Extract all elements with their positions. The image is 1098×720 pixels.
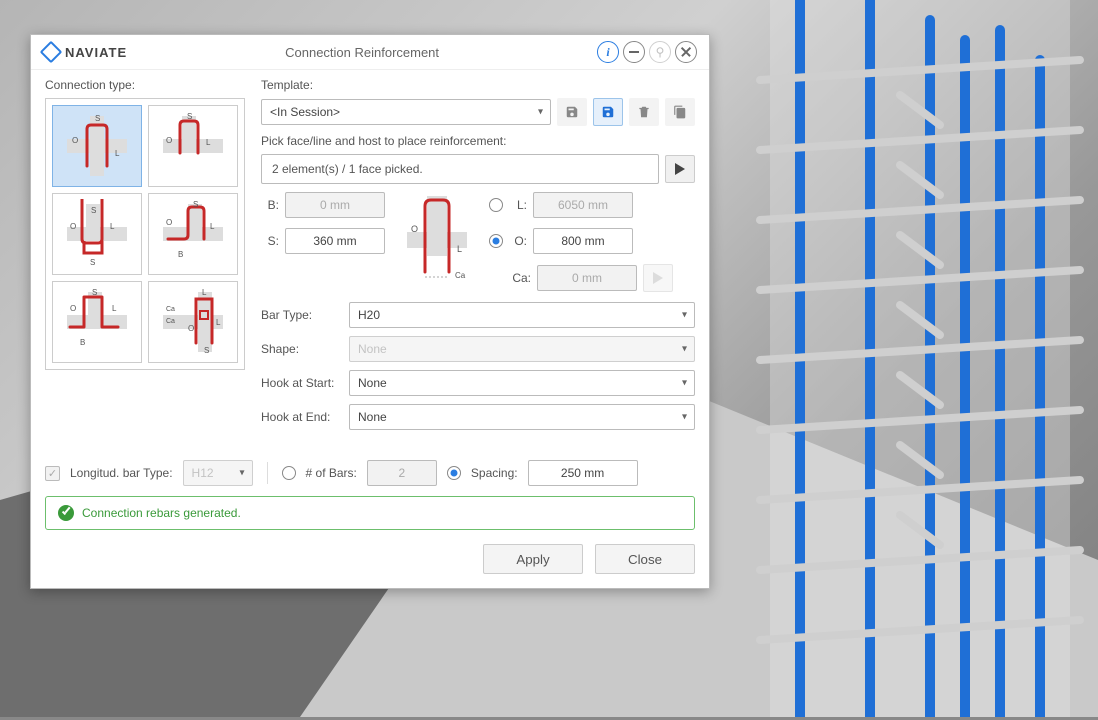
picked-elements-display: 2 element(s) / 1 face picked.	[261, 154, 659, 184]
svg-text:O: O	[70, 222, 76, 231]
svg-text:O: O	[411, 224, 418, 234]
delete-template-button[interactable]	[629, 98, 659, 126]
svg-text:L: L	[210, 222, 215, 231]
status-text: Connection rebars generated.	[82, 506, 241, 520]
connection-type-2[interactable]: O S L	[148, 105, 238, 187]
svg-text:L: L	[202, 288, 207, 297]
svg-text:O: O	[188, 324, 194, 333]
svg-text:B: B	[178, 250, 183, 259]
num-bars-label: # of Bars:	[306, 466, 357, 480]
dialog-title: Connection Reinforcement	[127, 45, 597, 60]
template-select[interactable]: <In Session>	[261, 99, 551, 125]
longitud-type-select: H12	[183, 460, 253, 486]
svg-text:O: O	[166, 218, 172, 227]
brand-logo: NAVIATE	[43, 44, 127, 60]
dim-b-input	[285, 192, 385, 218]
svg-text:S: S	[193, 200, 198, 209]
apply-button[interactable]: Apply	[483, 544, 583, 574]
svg-text:S: S	[204, 346, 209, 355]
template-label: Template:	[261, 78, 695, 92]
svg-text:Ca: Ca	[455, 271, 466, 280]
spacing-input[interactable]	[528, 460, 638, 486]
pick-instruction: Pick face/line and host to place reinfor…	[261, 134, 695, 148]
longitud-checkbox[interactable]: ✓	[45, 466, 60, 481]
svg-text:Ca: Ca	[166, 306, 175, 313]
pick-button[interactable]	[665, 155, 695, 183]
svg-text:S: S	[90, 258, 95, 267]
svg-text:Ca: Ca	[166, 318, 175, 325]
num-bars-input	[367, 460, 437, 486]
svg-text:L: L	[110, 222, 115, 231]
bar-type-label: Bar Type:	[261, 308, 341, 322]
svg-text:L: L	[206, 138, 211, 147]
connection-reinforcement-dialog: NAVIATE Connection Reinforcement i ⚲ Con…	[30, 34, 710, 589]
dim-ca-label: Ca:	[509, 271, 531, 285]
success-icon	[58, 505, 74, 521]
titlebar: NAVIATE Connection Reinforcement i ⚲	[31, 35, 709, 70]
status-bar: Connection rebars generated.	[45, 496, 695, 530]
svg-text:O: O	[166, 136, 172, 145]
connection-type-1[interactable]: O S L	[52, 105, 142, 187]
svg-text:O: O	[72, 136, 78, 145]
info-icon[interactable]: i	[597, 41, 619, 63]
naviate-logo-icon	[40, 41, 63, 64]
dim-l-input	[533, 192, 633, 218]
close-button[interactable]: Close	[595, 544, 695, 574]
dim-o-label: O:	[509, 234, 527, 248]
num-bars-radio[interactable]	[282, 466, 296, 480]
save-template-button[interactable]	[557, 98, 587, 126]
dim-o-radio[interactable]	[489, 234, 503, 248]
dim-s-label: S:	[261, 234, 279, 248]
hook-start-label: Hook at Start:	[261, 376, 341, 390]
minimize-icon[interactable]	[623, 41, 645, 63]
dim-s-input[interactable]	[285, 228, 385, 254]
connection-type-5[interactable]: O S L B	[52, 281, 142, 363]
spacing-radio[interactable]	[447, 466, 461, 480]
dim-b-label: B:	[261, 198, 279, 212]
svg-text:L: L	[457, 244, 462, 254]
pin-icon[interactable]: ⚲	[649, 41, 671, 63]
longitud-label: Longitud. bar Type:	[70, 466, 173, 480]
dim-l-radio[interactable]	[489, 198, 503, 212]
svg-text:S: S	[92, 288, 97, 297]
spacing-label: Spacing:	[471, 466, 518, 480]
shape-preview-diagram: O L Ca	[397, 192, 477, 292]
svg-text:B: B	[80, 338, 85, 347]
svg-text:O: O	[70, 304, 76, 313]
svg-text:L: L	[115, 149, 120, 158]
dim-ca-input	[537, 265, 637, 291]
hook-end-select[interactable]: None	[349, 404, 695, 430]
copy-template-button[interactable]	[665, 98, 695, 126]
svg-text:L: L	[216, 318, 221, 327]
shape-label: Shape:	[261, 342, 341, 356]
svg-text:S: S	[95, 114, 100, 123]
connection-type-4[interactable]: O S L B	[148, 193, 238, 275]
svg-text:S: S	[187, 112, 192, 121]
hook-start-select[interactable]: None	[349, 370, 695, 396]
brand-text: NAVIATE	[65, 45, 127, 60]
connection-type-label: Connection type:	[45, 78, 245, 92]
connection-type-3[interactable]: O S L S	[52, 193, 142, 275]
close-icon[interactable]	[675, 41, 697, 63]
hook-end-label: Hook at End:	[261, 410, 341, 424]
pick-ca-button	[643, 264, 673, 292]
connection-type-6[interactable]: Ca Ca L O S L	[148, 281, 238, 363]
dim-o-input[interactable]	[533, 228, 633, 254]
svg-text:L: L	[112, 304, 117, 313]
bar-type-select[interactable]: H20	[349, 302, 695, 328]
connection-type-grid: O S L O S L	[45, 98, 245, 370]
svg-text:S: S	[91, 206, 96, 215]
shape-select: None	[349, 336, 695, 362]
dim-l-label: L:	[509, 198, 527, 212]
save-as-template-button[interactable]	[593, 98, 623, 126]
